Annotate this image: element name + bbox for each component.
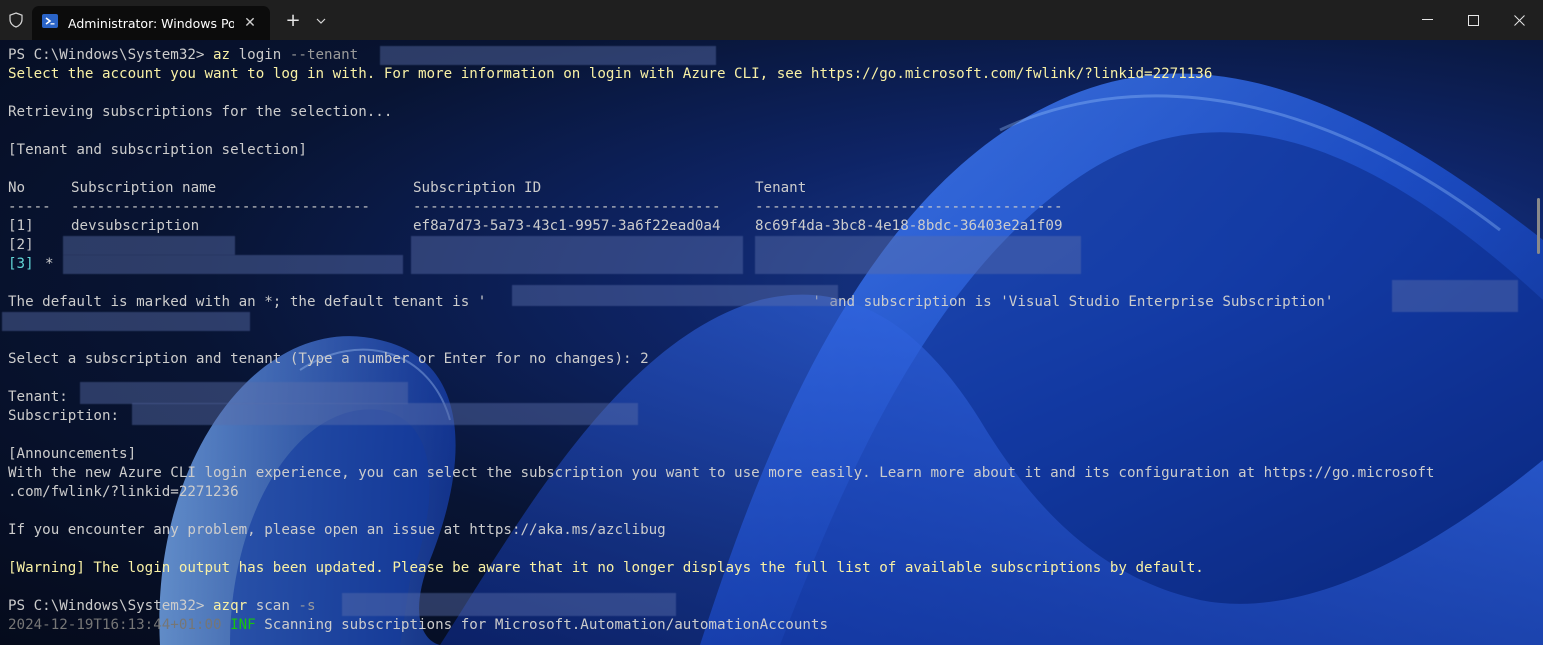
table-row-default: [3] * <box>8 236 1533 274</box>
row-number: [3] <box>8 256 34 272</box>
col-no: No <box>8 180 26 196</box>
command-flag: --tenant <box>289 47 359 63</box>
table-divider: ----- -----------------------------------… <box>8 198 1533 217</box>
terminal-pane[interactable]: PS C:\Windows\System32> az login --tenan… <box>0 40 1543 645</box>
warning-line: [Warning] The login output has been upda… <box>8 560 1204 576</box>
redacted-tenant <box>380 46 716 65</box>
subscription-line: Subscription: <box>8 403 1533 426</box>
log-line: 2024-12-19T16:13:44+01:00 INF Scanning s… <box>8 616 1533 635</box>
redacted-subscription <box>342 593 676 616</box>
log-timestamp: 2024-12-19T16:13:44+01:00 <box>8 617 222 633</box>
col-subscription-name: Subscription name <box>71 180 217 196</box>
divider-name: ----------------------------------- <box>71 199 370 215</box>
close-icon[interactable]: ✕ <box>242 15 258 31</box>
divider-no: ----- <box>8 199 51 215</box>
title-bar: Administrator: Windows PowerShell ✕ + <box>0 0 1543 40</box>
redacted-subscription-id <box>2 312 250 331</box>
redacted-id <box>411 236 743 274</box>
prompt: PS C:\Windows\System32> <box>8 47 213 63</box>
close-window-icon[interactable] <box>1496 0 1542 40</box>
add-icon[interactable]: + <box>282 10 304 32</box>
tab-powershell[interactable]: Administrator: Windows PowerShell ✕ <box>32 6 270 40</box>
maximize-icon[interactable] <box>1450 0 1496 40</box>
retrieving-line: Retrieving subscriptions for the selecti… <box>8 104 393 120</box>
command-name: azqr <box>213 598 248 614</box>
announcement-text-continued: .com/fwlink/?linkid=2271236 <box>8 484 239 500</box>
command-line-azqr: PS C:\Windows\System32> azqr scan -s <box>8 593 1533 616</box>
divider-tenant: ------------------------------------ <box>755 199 1063 215</box>
command-args: login <box>230 47 290 63</box>
login-info-line: Select the account you want to log in wi… <box>8 66 1213 82</box>
redacted-default-tenant <box>512 285 838 306</box>
announcements-heading: [Announcements] <box>8 446 137 462</box>
log-message: Scanning subscriptions for Microsoft.Aut… <box>264 617 829 633</box>
command-flag: -s <box>298 598 316 614</box>
divider-id: ------------------------------------ <box>413 199 721 215</box>
minimize-icon[interactable] <box>1404 0 1450 40</box>
chevron-down-icon[interactable] <box>312 12 330 30</box>
redacted-name <box>63 255 403 274</box>
announcement-text: With the new Azure CLI login experience,… <box>8 465 1435 481</box>
redacted-default-subscription <box>1392 280 1518 312</box>
row-number: [2] <box>8 237 34 253</box>
command-args: scan <box>247 598 299 614</box>
redacted-name <box>63 236 235 255</box>
shield-icon <box>0 0 32 40</box>
problem-line: If you encounter any problem, please ope… <box>8 522 666 538</box>
row-number: [1] <box>8 218 34 234</box>
powershell-icon <box>42 13 58 33</box>
redacted-tenant <box>755 236 1081 274</box>
subscription-label: Subscription: <box>8 408 128 424</box>
redacted-tenant-value <box>80 382 408 404</box>
table-header: No Subscription name Subscription ID Tenant <box>8 179 1533 198</box>
row-subscription-id: ef8a7d73-5a73-43c1-9957-3a6f22ead0a4 <box>413 218 721 234</box>
default-line-continuation <box>2 312 1533 331</box>
table-row: [1] devsubscription ef8a7d73-5a73-43c1-995… <box>8 217 1533 236</box>
default-line: The default is marked with an *; the def… <box>8 280 1533 312</box>
default-text-a: The default is marked with an *; the def… <box>8 294 487 310</box>
selection-heading: [Tenant and subscription selection] <box>8 142 307 158</box>
redacted-subscription-value <box>132 403 638 425</box>
scrollbar-thumb[interactable] <box>1537 198 1540 254</box>
terminal-output: PS C:\Windows\System32> az login --tenan… <box>2 46 1533 635</box>
command-name: az <box>213 47 231 63</box>
col-tenant: Tenant <box>755 180 807 196</box>
select-prompt-line: Select a subscription and tenant (Type a… <box>8 351 649 367</box>
default-marker: * <box>45 256 54 272</box>
prompt: PS C:\Windows\System32> <box>8 598 213 614</box>
tenant-label: Tenant: <box>8 389 77 405</box>
log-level: INF <box>230 617 256 633</box>
tab-title: Administrator: Windows PowerShell <box>68 15 234 31</box>
col-subscription-id: Subscription ID <box>413 180 542 196</box>
command-line-az-login: PS C:\Windows\System32> az login --tenan… <box>8 46 1533 65</box>
default-text-b: ' and subscription is 'Visual Studio Ent… <box>812 294 1334 310</box>
row-subscription-name: devsubscription <box>71 218 200 234</box>
row-tenant: 8c69f4da-3bc8-4e18-8bdc-36403e2a1f09 <box>755 218 1063 234</box>
